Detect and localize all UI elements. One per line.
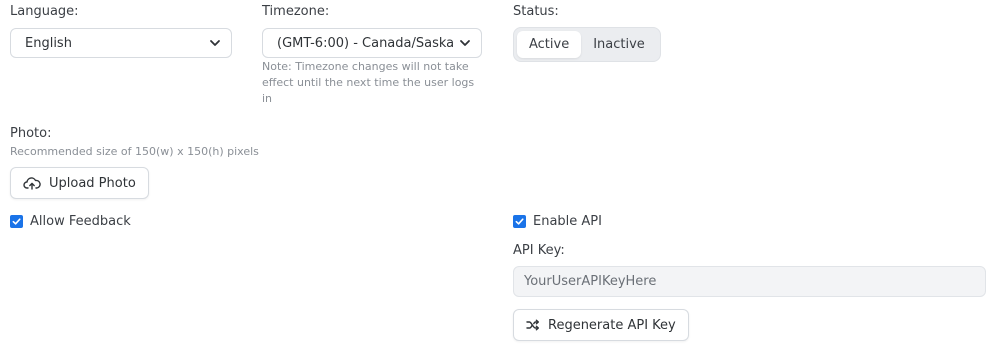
api-key-label: API Key:	[513, 243, 565, 258]
timezone-note-line: in	[262, 92, 273, 105]
status-label: Status:	[513, 4, 559, 19]
status-option-inactive[interactable]: Inactive	[581, 31, 657, 58]
regenerate-api-key-button[interactable]: Regenerate API Key	[513, 309, 689, 341]
timezone-note-line: Note: Timezone changes will not take	[262, 60, 469, 73]
checkmark-icon	[515, 218, 524, 225]
timezone-select[interactable]: (GMT-6:00) - Canada/Saskatchewan	[262, 28, 482, 58]
regenerate-api-key-label: Regenerate API Key	[548, 317, 676, 333]
api-key-value: YourUserAPIKeyHere	[524, 274, 657, 289]
allow-feedback-label: Allow Feedback	[30, 214, 131, 229]
language-label: Language:	[10, 4, 79, 19]
photo-label: Photo:	[10, 126, 52, 141]
allow-feedback-row: Allow Feedback	[10, 214, 131, 229]
api-key-field[interactable]: YourUserAPIKeyHere	[513, 266, 986, 297]
language-select[interactable]: English	[10, 28, 232, 58]
chevron-down-icon	[460, 40, 470, 46]
chevron-down-icon	[210, 40, 220, 46]
language-select-value: English	[25, 35, 72, 51]
upload-photo-button[interactable]: Upload Photo	[10, 167, 149, 199]
photo-size-hint: Recommended size of 150(w) x 150(h) pixe…	[10, 145, 259, 158]
allow-feedback-checkbox[interactable]	[10, 215, 23, 228]
cloud-upload-icon	[23, 177, 41, 190]
shuffle-icon	[526, 319, 539, 331]
checkmark-icon	[12, 218, 21, 225]
timezone-note-line: effect until the next time the user logs	[262, 76, 475, 89]
enable-api-checkbox[interactable]	[513, 215, 526, 228]
status-option-active[interactable]: Active	[517, 31, 582, 58]
upload-photo-label: Upload Photo	[49, 175, 136, 191]
timezone-select-value: (GMT-6:00) - Canada/Saskatchewan	[277, 35, 453, 51]
status-toggle: Active Inactive	[513, 27, 661, 62]
enable-api-label: Enable API	[533, 214, 602, 229]
timezone-note: Note: Timezone changes will not take eff…	[262, 59, 482, 107]
timezone-label: Timezone:	[262, 4, 330, 19]
enable-api-row: Enable API	[513, 214, 602, 229]
